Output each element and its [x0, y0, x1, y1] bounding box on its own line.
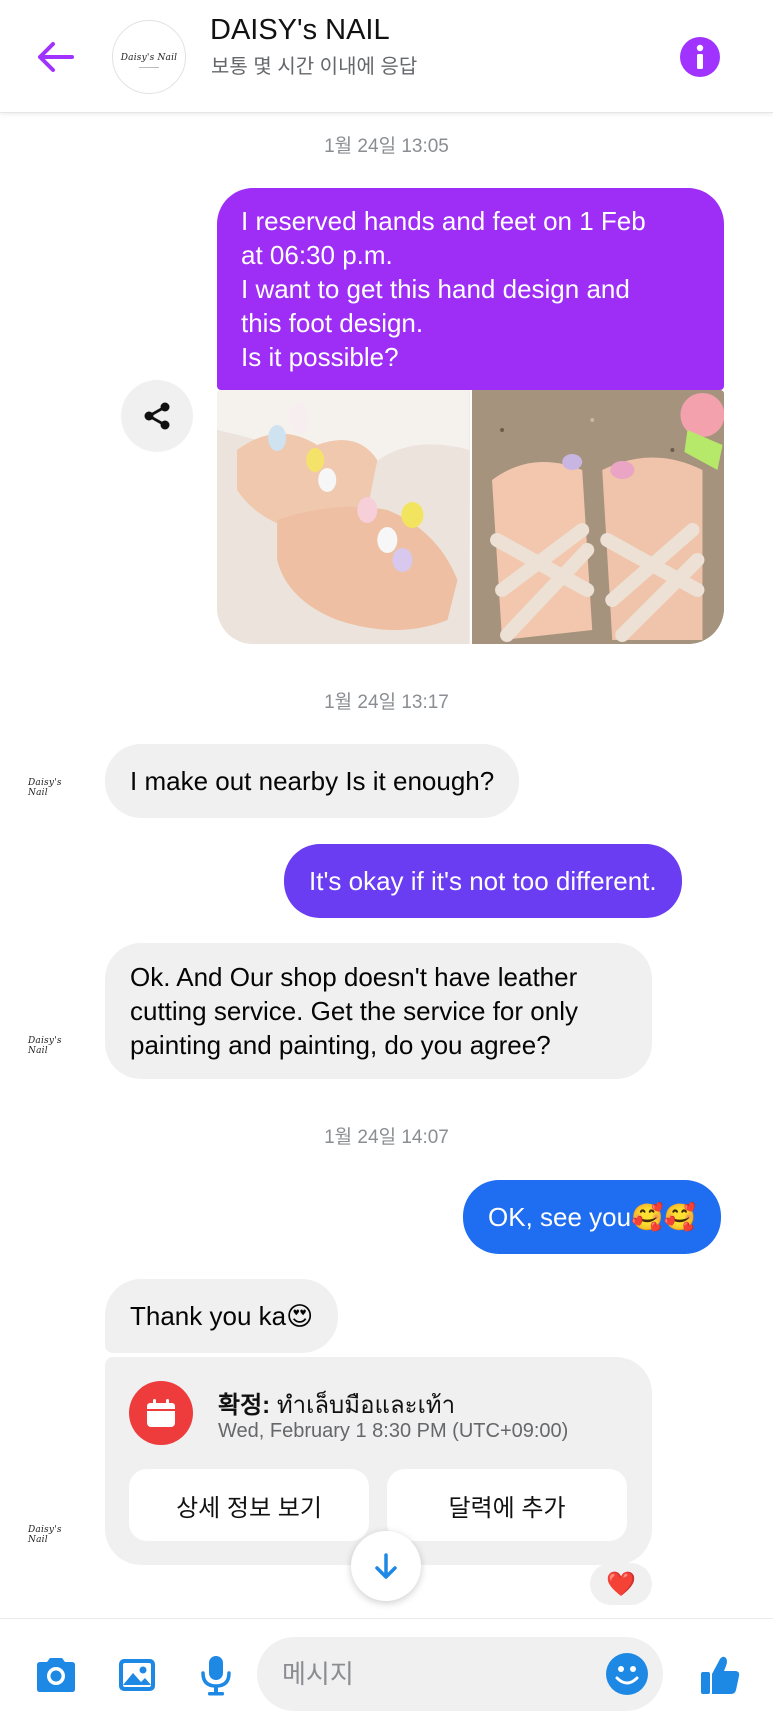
- outgoing-message[interactable]: I reserved hands and feet on 1 Feb at 06…: [217, 188, 724, 390]
- heart-icon: ❤️: [606, 1570, 636, 1598]
- timestamp: 1월 24일 13:05: [324, 136, 449, 157]
- timestamp: 1월 24일 14:07: [324, 1127, 449, 1148]
- outgoing-message[interactable]: OK, see you🥰🥰: [463, 1180, 721, 1254]
- camera-button[interactable]: [30, 1649, 82, 1701]
- outgoing-message[interactable]: It's okay if it's not too different.: [284, 844, 682, 918]
- hand-design-photo[interactable]: [217, 390, 470, 644]
- message-line: painting and painting, do you agree?: [130, 1030, 551, 1060]
- incoming-message[interactable]: Thank you ka😍: [105, 1279, 339, 1353]
- chat-header: Daisy's Nail DAISY's NAIL 보통 몇 시간 이내에 응답: [0, 0, 773, 113]
- share-button[interactable]: [121, 380, 193, 452]
- gallery-icon: [119, 1659, 155, 1691]
- info-icon: [696, 44, 704, 69]
- event-title: 확정: ทำเล็บมือและเท้า: [218, 1385, 455, 1424]
- like-button[interactable]: [694, 1649, 746, 1701]
- add-to-calendar-button[interactable]: 달력에 추가: [387, 1469, 627, 1541]
- incoming-message[interactable]: Ok. And Our shop doesn't have leather cu…: [105, 943, 652, 1079]
- shop-logo: Daisy's Nail: [28, 1036, 62, 1056]
- thumbs-up-icon: [701, 1656, 740, 1694]
- message-composer: [0, 1618, 773, 1726]
- response-time: 보통 몇 시간 이내에 응답: [211, 56, 418, 78]
- event-time: Wed, February 1 8:30 PM (UTC+09:00): [218, 1420, 569, 1442]
- message-line: cutting service. Get the service for onl…: [130, 996, 578, 1026]
- emoji-icon: [615, 1666, 639, 1685]
- message-input[interactable]: [257, 1637, 663, 1711]
- mic-icon: [201, 1656, 231, 1696]
- event-status-label: 확정:: [218, 1392, 271, 1419]
- timestamp: 1월 24일 13:17: [324, 692, 449, 713]
- message-line: this foot design.: [241, 308, 424, 338]
- calendar-badge: [129, 1381, 193, 1445]
- gallery-button[interactable]: [111, 1649, 163, 1701]
- view-details-button[interactable]: 상세 정보 보기: [129, 1469, 369, 1541]
- shop-logo: Daisy's Nail: [28, 1525, 62, 1545]
- incoming-message[interactable]: I make out nearby Is it enough?: [105, 744, 520, 818]
- shop-avatar[interactable]: Daisy's Nail: [112, 20, 186, 94]
- photo-attachments: [217, 390, 724, 644]
- message-line: Ok. And Our shop doesn't have leather: [130, 962, 578, 992]
- shop-logo: Daisy's Nail: [28, 778, 62, 798]
- emoji-button[interactable]: [606, 1653, 648, 1695]
- arrow-down-icon: [375, 1553, 397, 1579]
- scroll-to-bottom-button[interactable]: [351, 1531, 421, 1601]
- shop-avatar-small[interactable]: Daisy's Nail: [28, 1525, 78, 1545]
- share-icon: [144, 402, 170, 430]
- back-button[interactable]: [30, 32, 80, 82]
- hands-image: [217, 390, 470, 644]
- shop-avatar-small[interactable]: Daisy's Nail: [28, 1036, 78, 1056]
- foot-design-photo[interactable]: [471, 390, 724, 644]
- message-line: I reserved hands and feet on 1 Feb: [241, 206, 646, 236]
- message-line: at 06:30 p.m.: [241, 240, 393, 270]
- message-line: Is it possible?: [241, 342, 399, 372]
- back-arrow-icon: [38, 42, 74, 72]
- calendar-icon: [147, 1399, 175, 1427]
- info-button[interactable]: [680, 37, 720, 77]
- shop-logo: Daisy's Nail: [120, 52, 178, 63]
- feet-image: [471, 390, 724, 644]
- camera-icon: [37, 1658, 75, 1692]
- shop-avatar-small[interactable]: Daisy's Nail: [28, 778, 78, 798]
- microphone-button[interactable]: [190, 1649, 242, 1701]
- message-line: I want to get this hand design and: [241, 274, 630, 304]
- event-service-name: ทำเล็บมือและเท้า: [276, 1392, 456, 1419]
- chat-title[interactable]: DAISY's NAIL: [210, 14, 390, 47]
- heart-reaction[interactable]: ❤️: [590, 1563, 652, 1605]
